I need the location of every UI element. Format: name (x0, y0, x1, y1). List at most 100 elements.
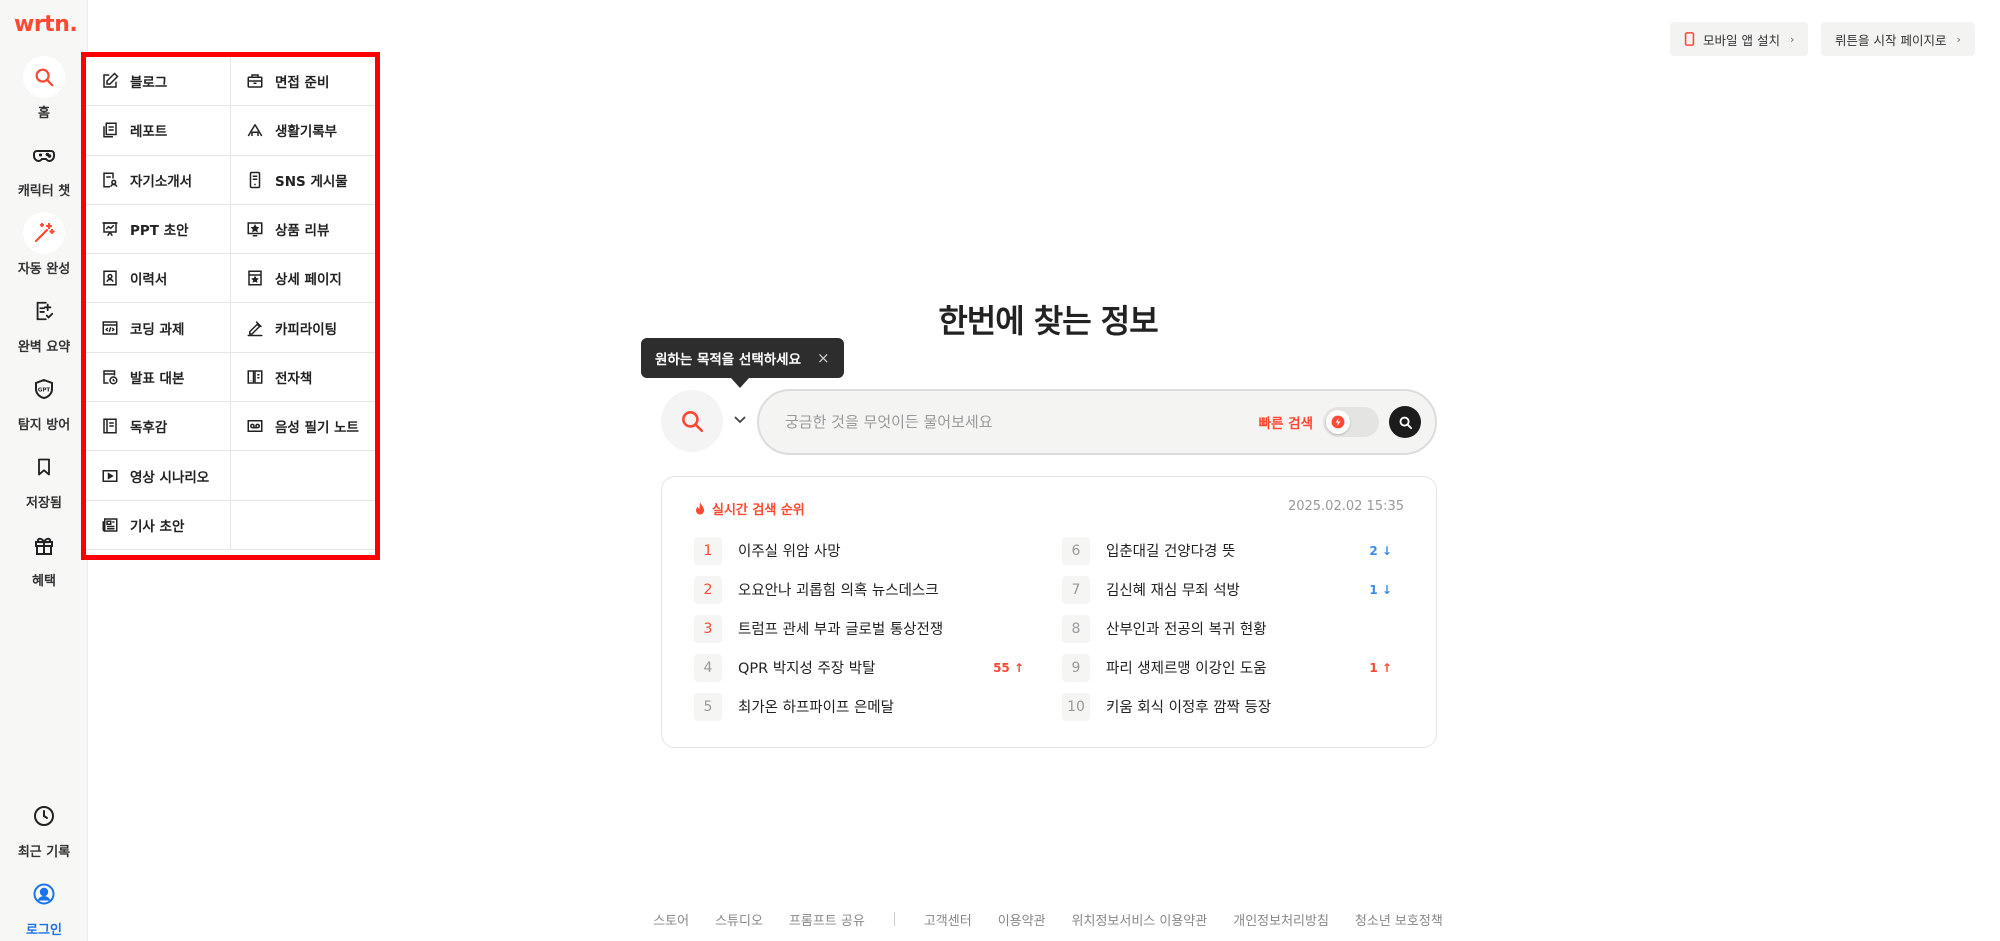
user-icon (23, 873, 65, 915)
sidebar-item-benefits[interactable]: 혜택 (0, 524, 88, 589)
chevron-right-icon: › (1789, 32, 1795, 46)
trending-item[interactable]: 10 키움 회식 이정후 깜짝 등장 (1062, 687, 1392, 726)
sidebar-item-label: 최근 기록 (17, 845, 71, 860)
search-icon (23, 56, 65, 98)
trending-title: 실시간 검색 순위 (694, 499, 805, 518)
quick-search-toggle[interactable] (1323, 407, 1379, 437)
sidebar-item-label: 탐지 방어 (17, 418, 71, 433)
footer-link-studio[interactable]: 스튜디오 (715, 910, 763, 929)
purpose-ppt-draft[interactable]: PPT 초안 (86, 204, 231, 255)
chevron-down-icon[interactable] (732, 410, 748, 430)
sidebar-item-label: 홈 (38, 106, 50, 121)
wrtn-logo[interactable]: wrtn. (14, 12, 78, 37)
footer-link-prompt-share[interactable]: 프롬프트 공유 (789, 910, 865, 929)
footer-link-terms[interactable]: 이용약관 (998, 910, 1046, 929)
resume-icon (100, 268, 120, 288)
search-mode-button[interactable] (661, 390, 723, 452)
trending-item[interactable]: 7 김신혜 재심 무죄 석방 1 ↓ (1062, 570, 1392, 609)
video-icon (100, 466, 120, 486)
clock-icon (23, 795, 65, 837)
voicemail-icon (245, 416, 265, 436)
search-bar: 빠른 검색 (757, 389, 1437, 455)
trending-item[interactable]: 8 산부인과 전공의 복귀 현황 (1062, 609, 1392, 648)
sidebar-item-recent[interactable]: 최근 기록 (0, 795, 88, 860)
trending-item[interactable]: 4 QPR 박지성 주장 박탈 55 ↑ (694, 648, 1024, 687)
sidebar-item-label: 캐릭터 챗 (17, 184, 71, 199)
pencil-square-icon (100, 71, 120, 91)
footer: 스토어 스튜디오 프롬프트 공유 고객센터 이용약관 위치정보서비스 이용약관 … (0, 910, 2000, 929)
trending-term: 오요안나 괴롭힘 의혹 뉴스데스크 (738, 583, 939, 599)
sidebar-item-label: 자동 완성 (17, 262, 71, 277)
doc-person-icon (100, 170, 120, 190)
close-icon[interactable]: × (817, 349, 830, 367)
footer-divider (893, 912, 895, 926)
purpose-sns-post[interactable]: SNS 게시물 (231, 156, 375, 205)
footer-link-youth-policy[interactable]: 청소년 보호정책 (1355, 910, 1443, 929)
purpose-empty-cell (231, 451, 375, 501)
footer-link-store[interactable]: 스토어 (653, 910, 689, 929)
presentation-icon (100, 219, 120, 239)
purpose-presentation-script[interactable]: 발표 대본 (86, 352, 231, 403)
rank-change-badge: 55 ↑ (993, 660, 1024, 675)
footer-link-privacy[interactable]: 개인정보처리방침 (1233, 910, 1329, 929)
sidebar-item-label: 혜택 (32, 574, 56, 589)
purpose-tooltip: 원하는 목적을 선택하세요 × (641, 338, 844, 388)
briefcase-icon (245, 71, 265, 91)
sidebar-item-character-chat[interactable]: 캐릭터 챗 (0, 134, 88, 199)
trending-term: 키움 회식 이정후 깜짝 등장 (1106, 700, 1272, 716)
trending-item[interactable]: 3 트럼프 관세 부과 글로벌 통상전쟁 (694, 609, 1024, 648)
trending-rank: 10 (1062, 692, 1090, 721)
purpose-interview[interactable]: 면접 준비 (231, 57, 375, 107)
trending-rank: 1 (694, 536, 722, 565)
copy-doc-icon (100, 120, 120, 140)
sidebar-item-label: 저장됨 (26, 496, 62, 511)
phone-icon (1684, 32, 1695, 46)
footer-link-support[interactable]: 고객센터 (924, 910, 972, 929)
search-input[interactable] (759, 391, 1259, 453)
rank-change-badge: 1 ↑ (1369, 660, 1392, 675)
trending-item[interactable]: 1 이주실 위암 사망 (694, 531, 1024, 570)
gift-icon (23, 524, 65, 566)
trending-term: 파리 생제르맹 이강인 도움 (1106, 661, 1267, 677)
purpose-video-scenario[interactable]: 영상 시나리오 (86, 451, 231, 501)
trending-rank: 7 (1062, 575, 1090, 604)
install-mobile-app-button[interactable]: 모바일 앱 설치 › (1670, 22, 1809, 56)
trending-term: 산부인과 전공의 복귀 현황 (1106, 622, 1267, 638)
purpose-cover-letter[interactable]: 자기소개서 (86, 155, 231, 205)
purpose-product-review[interactable]: 상품 리뷰 (231, 205, 375, 255)
sidebar-item-autocomplete[interactable]: 자동 완성 (0, 212, 88, 277)
set-start-page-button[interactable]: 뤼튼을 시작 페이지로 › (1821, 22, 1975, 56)
page-title: 한번에 찾는 정보 (938, 302, 1158, 340)
detail-page-icon (245, 268, 265, 288)
sidebar-item-home[interactable]: 홈 (0, 56, 88, 121)
trending-list-right: 6 입춘대길 건양다경 뜻 2 ↓ 7 김신혜 재심 무죄 석방 1 ↓ 8 산… (1062, 531, 1392, 726)
sidebar-item-saved[interactable]: 저장됨 (0, 446, 88, 511)
rank-change-badge: 1 ↓ (1369, 582, 1392, 597)
purpose-ebook[interactable]: 전자책 (231, 353, 375, 403)
bookmark-icon (23, 446, 65, 488)
trending-timestamp: 2025.02.02 15:35 (1287, 499, 1404, 514)
trending-item[interactable]: 6 입춘대길 건양다경 뜻 2 ↓ (1062, 531, 1392, 570)
purpose-book-report[interactable]: 독후감 (86, 402, 231, 452)
script-clock-icon (100, 367, 120, 387)
purpose-voice-note[interactable]: 음성 필기 노트 (231, 402, 375, 452)
footer-link-location-terms[interactable]: 위치정보서비스 이용약관 (1072, 910, 1208, 929)
svg-text:GPT: GPT (38, 388, 51, 394)
gamepad-icon (23, 134, 65, 176)
purpose-article-draft[interactable]: 기사 초안 (86, 500, 231, 550)
purpose-blog[interactable]: 블로그 (86, 57, 231, 107)
trending-rank: 3 (694, 614, 722, 643)
trending-rank: 9 (1062, 653, 1090, 682)
house-icon (245, 120, 265, 140)
lightning-icon (1326, 410, 1350, 434)
fire-icon (694, 501, 706, 516)
trending-list-left: 1 이주실 위암 사망 2 오요안나 괴롭힘 의혹 뉴스데스크 3 트럼프 관세… (694, 531, 1024, 726)
purpose-school-record[interactable]: 생활기록부 (231, 106, 375, 156)
trending-item[interactable]: 9 파리 생제르맹 이강인 도움 1 ↑ (1062, 648, 1392, 687)
trending-rank: 6 (1062, 536, 1090, 565)
trending-item[interactable]: 2 오요안나 괴롭힘 의혹 뉴스데스크 (694, 570, 1024, 609)
sidebar-item-detection-defense[interactable]: GPT 탐지 방어 (0, 368, 88, 433)
purpose-report[interactable]: 레포트 (86, 106, 231, 156)
search-submit-button[interactable] (1389, 406, 1421, 438)
trending-item[interactable]: 5 최가온 하프파이프 은메달 (694, 687, 1024, 726)
